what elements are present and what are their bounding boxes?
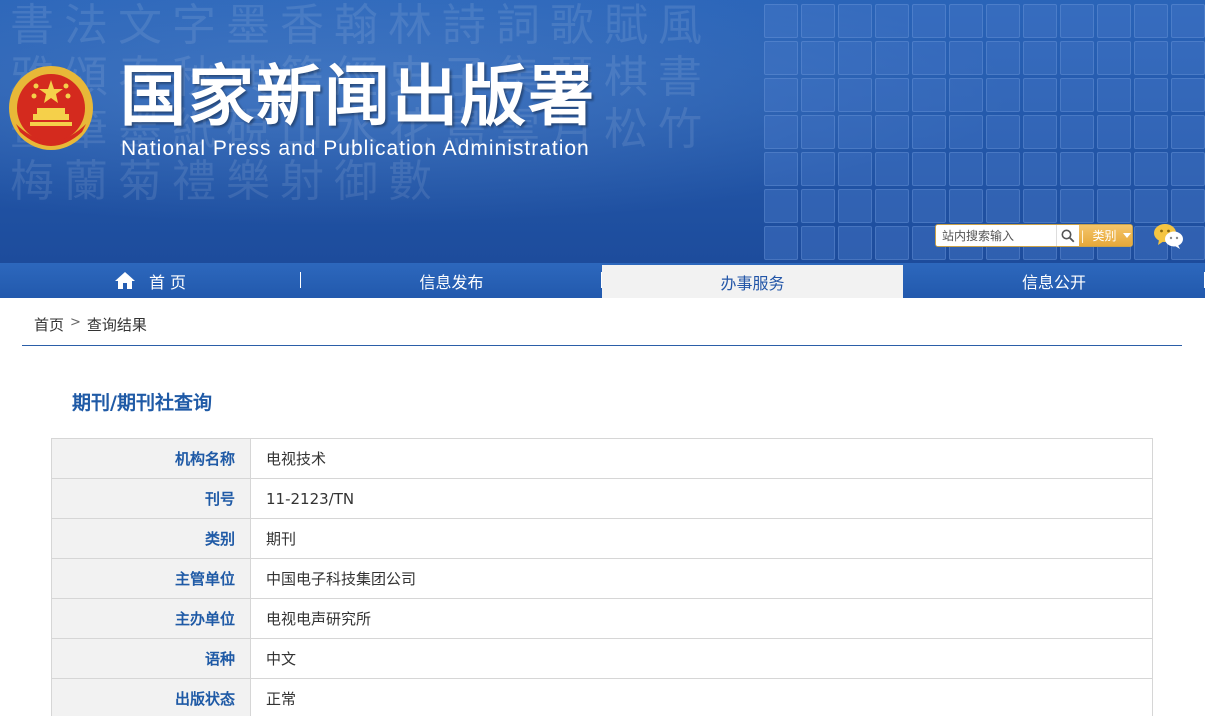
table-row: 机构名称 电视技术 [51,438,1153,479]
row-value: 中文 [250,638,1153,679]
nav-item-label: 信息公开 [1021,272,1086,292]
row-key: 类别 [51,518,251,559]
table-row: 语种 中文 [51,638,1153,679]
header-banner: 書法文字墨香翰林詩詞歌賦風雅頌春秋典籍經史子集琴棋書畫筆墨紙硯山水花鳥雲月松竹梅… [0,0,1205,263]
search-button[interactable] [1056,225,1079,246]
table-row: 主管单位 中国电子科技集团公司 [51,558,1153,599]
nav-item-label: 办事服务 [720,273,785,293]
row-key: 出版状态 [51,678,251,716]
row-value: 中国电子科技集团公司 [250,558,1153,599]
table-row: 主办单位 电视电声研究所 [51,598,1153,639]
national-emblem-icon[interactable] [6,62,96,158]
wechat-icon[interactable] [1153,222,1185,250]
row-key: 主管单位 [51,558,251,599]
main-nav: 首 页 信息发布 办事服务 信息公开 [0,263,1205,298]
nav-item-info-disclosure[interactable]: 信息公开 [903,263,1205,298]
row-key: 语种 [51,638,251,679]
chevron-down-icon [1122,233,1131,238]
category-dropdown[interactable]: | 类别 [1079,225,1132,246]
nav-item-info-release[interactable]: 信息发布 [301,263,602,298]
page-title: 期刊/期刊社查询 [72,392,212,414]
row-value: 期刊 [250,518,1153,559]
site-title: 国家新闻出版署 [120,57,596,135]
search-input[interactable] [936,225,1056,246]
page: 書法文字墨香翰林詩詞歌賦風雅頌春秋典籍經史子集琴棋書畫筆墨紙硯山水花鳥雲月松竹梅… [0,0,1205,716]
nav-item-label: 首 页 [148,272,187,292]
breadcrumb-home-link[interactable]: 首页 [34,314,64,335]
row-value: 正常 [250,678,1153,716]
category-label: 类别 [1092,229,1117,243]
row-value: 电视技术 [250,438,1153,479]
row-key: 机构名称 [51,438,251,479]
nav-item-label: 信息发布 [419,272,484,292]
home-icon [114,272,135,289]
breadcrumb: 首页 > 查询结果 [22,314,1182,346]
table-row: 刊号 11-2123/TN [51,478,1153,519]
nav-item-home[interactable]: 首 页 [0,263,301,298]
row-value: 11-2123/TN [250,478,1153,519]
table-row: 类别 期刊 [51,518,1153,559]
nav-item-services[interactable]: 办事服务 [602,265,903,298]
breadcrumb-current: 查询结果 [86,316,147,334]
row-key: 主办单位 [51,598,251,639]
search-bar: | 类别 [935,224,1133,247]
category-separator: | [1080,228,1085,243]
row-key: 刊号 [51,478,251,519]
row-value: 电视电声研究所 [250,598,1153,639]
search-icon [1061,229,1075,242]
site-subtitle: National Press and Publication Administr… [121,137,590,160]
breadcrumb-separator: > [70,315,81,330]
table-row: 出版状态 正常 [51,678,1153,716]
result-table: 机构名称 电视技术 刊号 11-2123/TN 类别 期刊 主管单位 中国电子科… [51,438,1153,716]
